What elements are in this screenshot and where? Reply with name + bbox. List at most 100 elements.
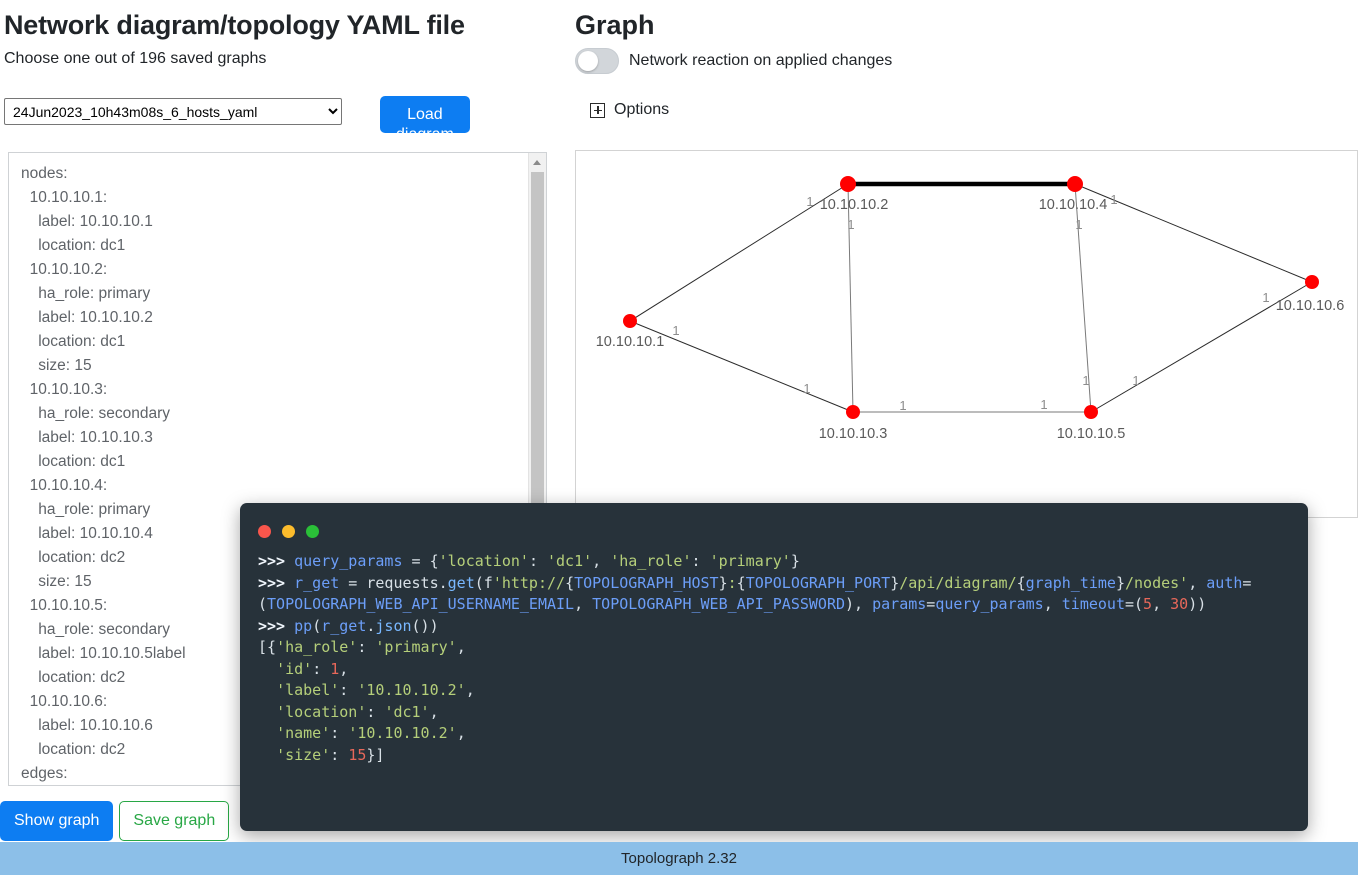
terminal-token: 'location' [276, 703, 366, 721]
graph-node[interactable] [623, 314, 637, 328]
terminal-token: : [529, 552, 547, 570]
terminal-token: auth [1206, 574, 1242, 592]
graph-node-label: 10.10.10.5 [1057, 426, 1126, 442]
show-graph-button[interactable]: Show graph [0, 801, 113, 841]
terminal-token: 'ha_role' [610, 552, 691, 570]
terminal-token: : [357, 638, 375, 656]
edge-weight-label: 1 [1132, 373, 1139, 388]
yaml-actions: Show graph Save graph [0, 801, 229, 841]
graph-node[interactable] [1084, 405, 1098, 419]
terminal-token: , [574, 595, 592, 613]
edge-weight-label: 1 [806, 194, 813, 209]
terminal-token: 'name' [276, 724, 330, 742]
graph-node-label: 10.10.10.1 [596, 334, 665, 350]
save-graph-button[interactable]: Save graph [119, 801, 229, 841]
terminal-token: >>> [258, 574, 294, 592]
footer-bar: Topolograph 2.32 [0, 842, 1358, 875]
terminal-token: json [375, 617, 411, 635]
footer-text: Topolograph 2.32 [621, 850, 737, 867]
scroll-up-arrow-icon[interactable] [529, 153, 546, 170]
terminal-overlay[interactable]: >>> query_params = { 'location': 'dc1', '… [240, 503, 1308, 831]
terminal-token: = requests. [339, 574, 447, 592]
edge-weight-label: 1 [1262, 290, 1269, 305]
terminal-token: r_get [294, 574, 339, 592]
terminal-token: params [872, 595, 926, 613]
terminal-token: , [592, 552, 610, 570]
edge-weight-label: 1 [1040, 397, 1047, 412]
terminal-token: /nodes' [1125, 574, 1188, 592]
graph-edge[interactable] [630, 184, 848, 321]
graph-node[interactable] [1305, 275, 1319, 289]
terminal-token [258, 703, 276, 721]
terminal-token: query_params [294, 552, 402, 570]
terminal-token: , [1188, 574, 1206, 592]
app-root: Network diagram/topology YAML file Choos… [0, 0, 1358, 875]
edge-weight-label: 1 [1082, 373, 1089, 388]
terminal-line: >>> r_get = requests.get(f'http://{TOPOL… [258, 573, 1308, 616]
terminal-token: , [430, 703, 439, 721]
terminal-token: } [890, 574, 899, 592]
terminal-line: 'size': 15}] [258, 745, 1308, 767]
terminal-token: '10.10.10.2' [348, 724, 456, 742]
terminal-token: ), [845, 595, 872, 613]
network-reaction-toggle-row: Network reaction on applied changes [575, 48, 892, 74]
saved-graphs-subtitle: Choose one out of 196 saved graphs [4, 48, 560, 70]
terminal-token: 'primary' [710, 552, 791, 570]
terminal-line: 'id': 1, [258, 659, 1308, 681]
terminal-token: TOPOLOGRAPH_WEB_API_PASSWORD [592, 595, 845, 613]
graph-node-label: 10.10.10.6 [1276, 298, 1345, 314]
options-expander[interactable]: Options [590, 99, 669, 121]
toggle-knob [578, 51, 598, 71]
terminal-token: r_get [321, 617, 366, 635]
terminal-token: TOPOLOGRAPH_HOST [574, 574, 719, 592]
terminal-line: >>> query_params = {'location': 'dc1', '… [258, 551, 1308, 573]
terminal-token: TOPOLOGRAPH_WEB_API_USERNAME_EMAIL [267, 595, 574, 613]
terminal-token: = [926, 595, 935, 613]
graph-node[interactable] [840, 176, 856, 192]
terminal-token: : [692, 552, 710, 570]
edge-weight-label: 1 [1110, 192, 1117, 207]
graph-node[interactable] [1067, 176, 1083, 192]
terminal-line: >>> pp(r_get.json()) [258, 616, 1308, 638]
terminal-token: } [719, 574, 728, 592]
terminal-line: 'label': '10.10.10.2', [258, 680, 1308, 702]
terminal-token: , [339, 660, 348, 678]
terminal-token: : [366, 703, 384, 721]
terminal-line: 'location': 'dc1', [258, 702, 1308, 724]
terminal-token: timeout [1062, 595, 1125, 613]
terminal-token: { [565, 574, 574, 592]
terminal-token: ( [312, 617, 321, 635]
maximize-dot-icon[interactable] [306, 525, 319, 538]
terminal-token: } [1116, 574, 1125, 592]
terminal-line: 'name': '10.10.10.2', [258, 723, 1308, 745]
graph-node-label: 10.10.10.4 [1039, 197, 1108, 213]
terminal-token: )) [1188, 595, 1206, 613]
graph-node[interactable] [846, 405, 860, 419]
terminal-token [258, 681, 276, 699]
terminal-token [258, 724, 276, 742]
terminal-token: 15 [348, 746, 366, 764]
network-topology-svg[interactable]: 1111111111110.10.10.110.10.10.210.10.10.… [576, 151, 1358, 518]
terminal-token: = { [403, 552, 439, 570]
terminal-token: TOPOLOGRAPH_PORT [746, 574, 891, 592]
terminal-token: query_params [935, 595, 1043, 613]
plus-box-icon [590, 103, 605, 118]
terminal-token: ()) [412, 617, 439, 635]
edge-weight-label: 1 [803, 381, 810, 396]
terminal-token: , [457, 638, 466, 656]
terminal-token: >>> [258, 617, 294, 635]
saved-graph-select[interactable]: 24Jun2023_10h43m08s_6_hosts_yaml [4, 98, 342, 125]
terminal-token: , [466, 681, 475, 699]
close-dot-icon[interactable] [258, 525, 271, 538]
network-reaction-toggle[interactable] [575, 48, 619, 74]
terminal-titlebar [240, 503, 1308, 551]
terminal-token: pp [294, 617, 312, 635]
terminal-token: } [791, 552, 800, 570]
load-diagram-button[interactable]: Load diagram [380, 96, 470, 133]
network-graph-canvas[interactable]: 1111111111110.10.10.110.10.10.210.10.10.… [575, 150, 1358, 518]
minimize-dot-icon[interactable] [282, 525, 295, 538]
terminal-token: { [737, 574, 746, 592]
edge-weight-label: 1 [899, 398, 906, 413]
terminal-output[interactable]: >>> query_params = { 'location': 'dc1', '… [240, 551, 1308, 766]
edge-weight-label: 1 [847, 217, 854, 232]
